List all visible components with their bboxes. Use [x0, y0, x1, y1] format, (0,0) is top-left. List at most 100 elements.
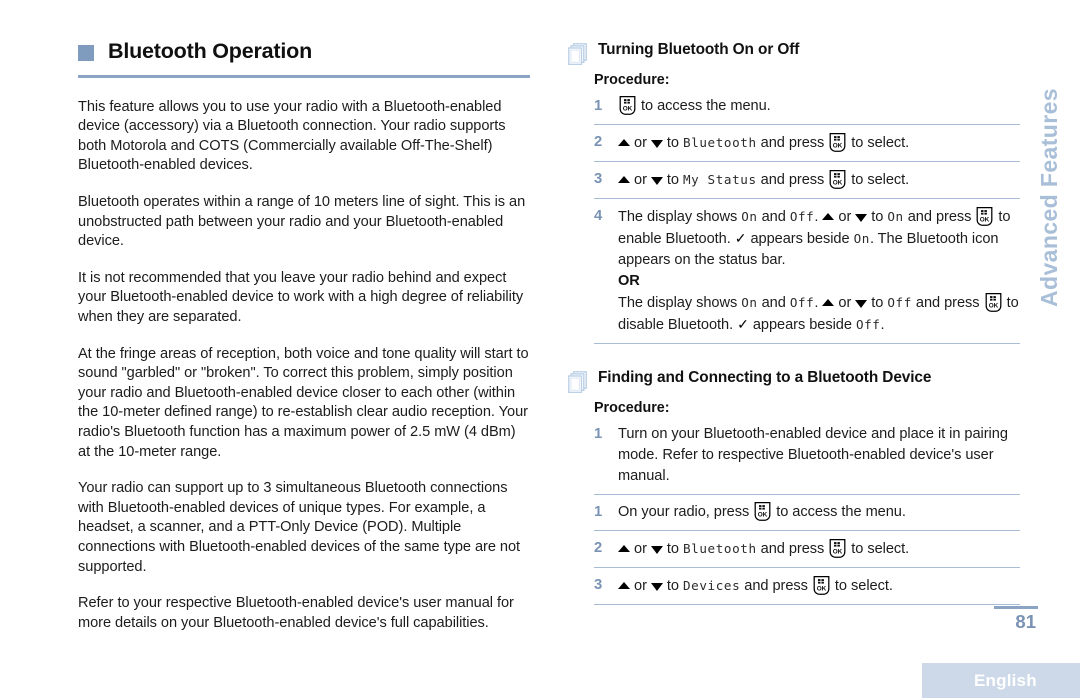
display-menu-text: Bluetooth [682, 135, 757, 150]
step-number: 1 [594, 504, 603, 520]
down-arrow-icon [650, 140, 663, 148]
procedure-label: Procedure: [594, 400, 670, 416]
checkmark-icon: ✓ [734, 230, 747, 246]
up-arrow-icon [618, 139, 630, 146]
step-number: 2 [594, 540, 603, 556]
step-text: On your radio, press [618, 504, 754, 520]
step-text: to access the menu. [637, 98, 771, 114]
title-divider [78, 74, 530, 78]
display-menu-text: My Status [682, 172, 757, 187]
step-text: appears beside [746, 231, 854, 247]
section-title: Turning Bluetooth On or Off [598, 41, 800, 58]
svg-text:OK: OK [833, 143, 843, 150]
display-menu-text: On [741, 209, 758, 224]
procedure-step: 1 On your radio, press OK to access the m… [594, 501, 1020, 531]
section-heading: Turning Bluetooth On or Off [568, 40, 1020, 66]
step-text: to [867, 295, 888, 311]
step-number: 2 [594, 134, 603, 150]
step-text: to [662, 135, 683, 151]
step-number: 1 [594, 98, 603, 114]
step-text: to [867, 209, 888, 225]
body-paragraph: This feature allows you to use your radi… [78, 98, 506, 174]
step-text: and press [756, 172, 829, 188]
svg-text:OK: OK [758, 512, 768, 519]
step-text: and press [903, 209, 976, 225]
up-arrow-icon [822, 213, 835, 220]
step-content: or to Bluetooth and press OK to select. [618, 132, 1020, 154]
section-heading: Finding and Connecting to a Bluetooth De… [568, 368, 1020, 394]
procedure-step: 2 or to Bluetooth and press OK to select… [594, 132, 1020, 162]
step-text: . [814, 295, 823, 311]
step-text: appears beside [748, 317, 856, 333]
procedure-step: 2 or to Bluetooth and press OK to select… [594, 538, 1020, 568]
step-content: or to Devices and press OK to select. [618, 575, 1020, 597]
step-text: to select. [847, 541, 910, 557]
menu-ok-key-icon: OK [753, 501, 772, 521]
step-text: or [630, 541, 651, 557]
step-number: 1 [594, 426, 603, 442]
up-arrow-icon [822, 299, 835, 306]
step-text: to access the menu. [772, 504, 906, 520]
svg-text:OK: OK [833, 549, 843, 556]
right-column: Turning Bluetooth On or Off Procedure: 1 OK… [568, 40, 1020, 605]
chapter-side-tab: Advanced Features [1032, 88, 1066, 328]
menu-ok-key-icon: OK [828, 169, 847, 189]
menu-ok-key-icon: OK [975, 206, 994, 226]
body-paragraph: Refer to your respective Bluetooth-enabl… [78, 595, 514, 631]
display-menu-text: Off [855, 317, 881, 332]
down-arrow-icon [855, 300, 868, 308]
step-text: and press [756, 541, 829, 557]
display-menu-text: Off [887, 295, 912, 310]
menu-ok-key-icon: OK [618, 95, 637, 115]
step-text: and press [740, 578, 812, 594]
down-arrow-icon [650, 546, 663, 554]
stacked-pages-icon [568, 43, 587, 66]
step-content: Turn on your Bluetooth-enabled device an… [618, 424, 1020, 487]
step-text: and [757, 209, 790, 225]
menu-ok-key-icon: OK [812, 575, 831, 595]
step-content: The display shows On and Off. or to On a… [618, 206, 1020, 336]
menu-ok-key-icon: OK [984, 292, 1003, 312]
footer-language-band: English [922, 663, 1080, 698]
step-text: to select. [847, 135, 910, 151]
down-arrow-icon [650, 583, 663, 591]
step-text: or [630, 578, 651, 594]
step-text: to [662, 541, 683, 557]
step-text: or [630, 172, 651, 188]
step-content: On your radio, press OK to access the me… [618, 501, 1020, 523]
display-menu-text: On [887, 209, 904, 224]
display-menu-text: Bluetooth [682, 541, 757, 556]
step-text: . [814, 209, 823, 225]
left-column: Bluetooth Operation This feature allows … [78, 39, 530, 634]
page-number-divider [994, 606, 1038, 609]
page-number: 81 [1015, 611, 1036, 632]
step-content: or to My Status and press OK to select. [618, 169, 1020, 191]
footer-language-label: English [974, 671, 1037, 690]
display-menu-text: Off [789, 209, 815, 224]
svg-text:OK: OK [833, 180, 843, 187]
procedure-step: 3 or to My Status and press OK to select… [594, 169, 1020, 199]
step-text: The display shows [618, 209, 742, 225]
display-menu-text: Devices [682, 578, 741, 593]
stacked-pages-icon [568, 371, 587, 394]
up-arrow-icon [618, 582, 630, 589]
procedure-step: 3 or to Devices and press OK to select. [594, 575, 1020, 605]
down-arrow-icon [855, 214, 868, 222]
svg-text:OK: OK [623, 106, 633, 113]
alternative-label: OR [618, 273, 640, 289]
body-text: This feature allows you to use your radi… [78, 98, 530, 634]
step-number: 3 [594, 577, 603, 593]
step-content: or to Bluetooth and press OK to select. [618, 538, 1020, 560]
body-paragraph: Bluetooth operates within a range of 10 … [78, 194, 526, 250]
svg-text:OK: OK [980, 217, 990, 224]
menu-ok-key-icon: OK [828, 132, 847, 152]
body-paragraph: Your radio can support up to 3 simultane… [78, 480, 521, 575]
step-text: to [662, 578, 683, 594]
svg-text:OK: OK [817, 586, 827, 593]
step-text: and [757, 295, 790, 311]
chapter-heading: Bluetooth Operation [78, 39, 530, 64]
step-text: . [880, 317, 885, 333]
svg-text:OK: OK [988, 303, 998, 310]
step-text: The display shows [618, 295, 742, 311]
step-text: Turn on your Bluetooth-enabled device an… [618, 426, 1008, 484]
